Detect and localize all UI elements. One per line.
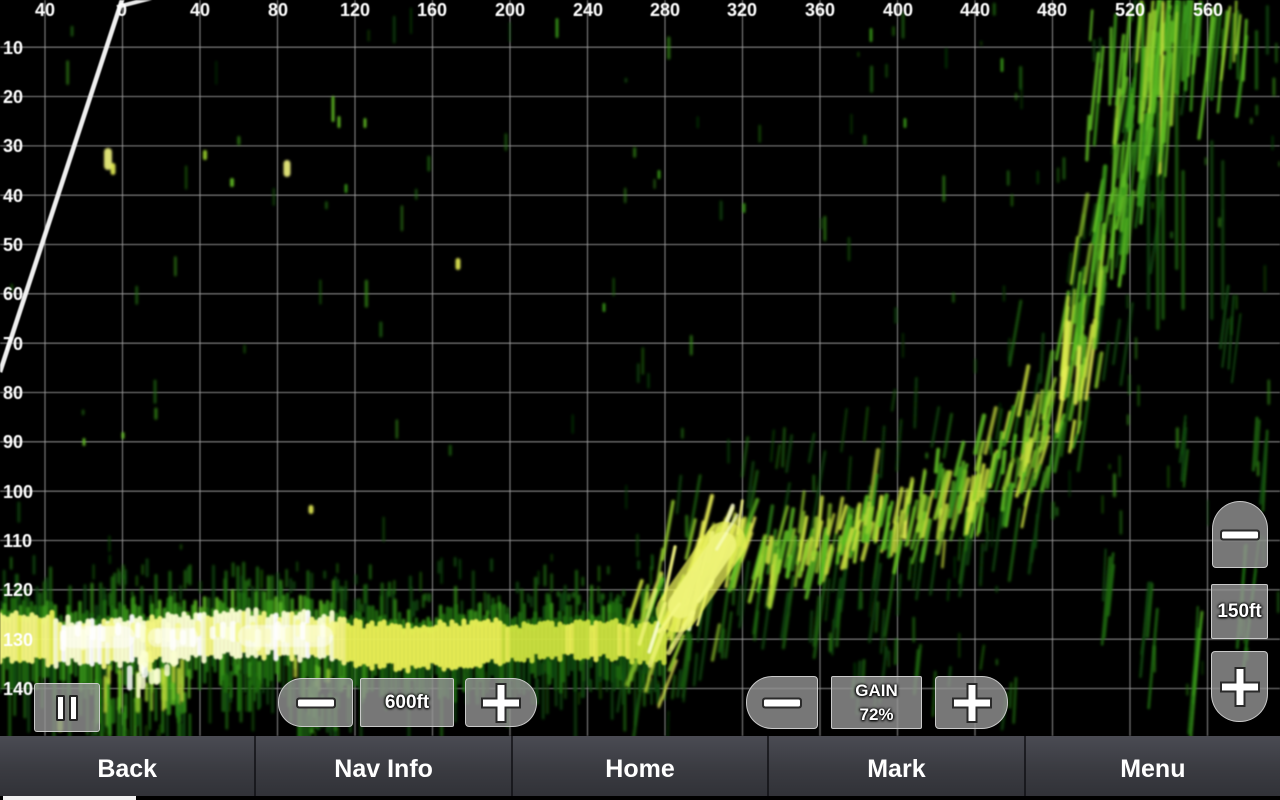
svg-text:60: 60 xyxy=(3,284,23,304)
svg-text:50: 50 xyxy=(3,235,23,255)
svg-text:360: 360 xyxy=(805,0,835,20)
svg-text:80: 80 xyxy=(268,0,288,20)
svg-text:280: 280 xyxy=(650,0,680,20)
svg-text:40: 40 xyxy=(3,186,23,206)
svg-text:130: 130 xyxy=(3,630,33,650)
svg-text:40: 40 xyxy=(190,0,210,20)
svg-text:10: 10 xyxy=(3,38,23,58)
svg-text:80: 80 xyxy=(3,383,23,403)
svg-text:560: 560 xyxy=(1193,0,1223,20)
svg-text:120: 120 xyxy=(3,580,33,600)
svg-text:320: 320 xyxy=(727,0,757,20)
svg-text:90: 90 xyxy=(3,432,23,452)
svg-text:120: 120 xyxy=(340,0,370,20)
svg-text:40: 40 xyxy=(35,0,55,20)
svg-text:440: 440 xyxy=(960,0,990,20)
svg-text:520: 520 xyxy=(1115,0,1145,20)
svg-text:240: 240 xyxy=(573,0,603,20)
svg-text:20: 20 xyxy=(3,87,23,107)
svg-text:140: 140 xyxy=(3,679,33,699)
svg-text:30: 30 xyxy=(3,136,23,156)
svg-text:400: 400 xyxy=(883,0,913,20)
svg-text:70: 70 xyxy=(3,334,23,354)
svg-text:480: 480 xyxy=(1037,0,1067,20)
svg-text:100: 100 xyxy=(3,482,33,502)
svg-text:110: 110 xyxy=(3,531,32,551)
svg-text:200: 200 xyxy=(495,0,525,20)
svg-text:160: 160 xyxy=(417,0,447,20)
svg-text:0: 0 xyxy=(117,0,127,20)
